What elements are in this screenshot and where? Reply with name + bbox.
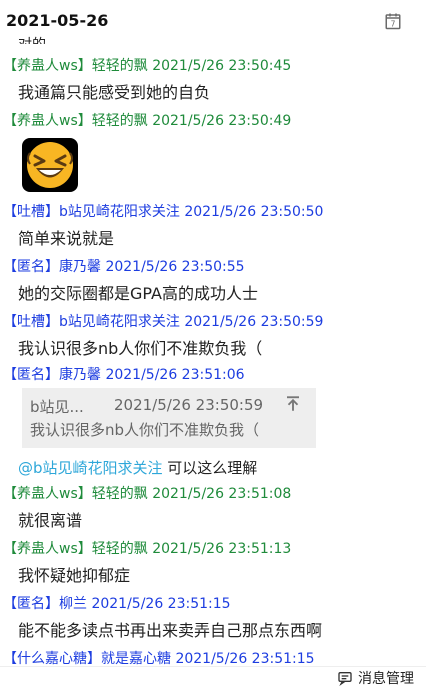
jump-to-quote-icon[interactable] — [284, 395, 302, 413]
mention-link[interactable]: @b站见崎花阳求关注 — [18, 459, 163, 477]
message-text: 简单来说就是 — [18, 229, 115, 248]
date-label: 2021-05-26 — [6, 11, 109, 30]
quoted-time: 2021/5/26 23:50:59 — [114, 396, 264, 414]
message-header: 【匿名】康乃馨 2021/5/26 23:51:06 — [3, 367, 245, 383]
message-header: 【养蛊人ws】轻轻的飘 2021/5/26 23:51:08 — [3, 486, 292, 502]
message-management-label: 消息管理 — [358, 671, 414, 687]
cut-previous-message: 对的 — [18, 34, 46, 44]
chat-window: 2021-05-26 7 对的 【养蛊人ws】轻轻的飘 2021/5/26 23… — [0, 0, 426, 689]
bottom-toolbar: 消息管理 — [0, 666, 426, 689]
quoted-author: b站见... — [30, 398, 84, 416]
message-header: 【吐槽】b站见崎花阳求关注 2021/5/26 23:50:50 — [3, 204, 324, 220]
message-text: 我通篇只能感受到她的自负 — [18, 83, 211, 102]
message-text: 能不能多读点书再出来卖弄自己那点东西啊 — [18, 621, 323, 640]
message-icon — [338, 672, 352, 686]
message-text: 我认识很多nb人你们不准欺负我（ — [18, 339, 263, 358]
quoted-message[interactable]: b站见... 2021/5/26 23:50:59 我认识很多nb人你们不准欺负… — [22, 388, 316, 448]
message-header: 【养蛊人ws】轻轻的飘 2021/5/26 23:50:49 — [3, 113, 292, 129]
sticker-image[interactable] — [22, 138, 78, 192]
message-header: 【匿名】康乃馨 2021/5/26 23:50:55 — [3, 259, 245, 275]
quoted-text: 我认识很多nb人你们不准欺负我（ — [30, 421, 260, 439]
message-management-button[interactable]: 消息管理 — [336, 668, 414, 688]
message-header: 【养蛊人ws】轻轻的飘 2021/5/26 23:51:13 — [3, 541, 292, 557]
message-header: 【养蛊人ws】轻轻的飘 2021/5/26 23:50:45 — [3, 58, 292, 74]
message-header: 【匿名】柳兰 2021/5/26 23:51:15 — [3, 596, 231, 612]
date-header-bar: 2021-05-26 7 — [0, 0, 426, 40]
calendar-icon[interactable]: 7 — [384, 12, 402, 30]
svg-text:7: 7 — [391, 19, 396, 28]
reply-message: @b站见崎花阳求关注 可以这么理解 — [18, 457, 257, 478]
laughing-face-icon — [27, 142, 73, 188]
reply-text: 可以这么理解 — [162, 459, 258, 477]
message-text: 我怀疑她抑郁症 — [18, 566, 131, 585]
message-text: 就很离谱 — [18, 511, 83, 530]
message-header: 【吐槽】b站见崎花阳求关注 2021/5/26 23:50:59 — [3, 314, 324, 330]
message-text: 她的交际圈都是GPA高的成功人士 — [18, 284, 258, 303]
